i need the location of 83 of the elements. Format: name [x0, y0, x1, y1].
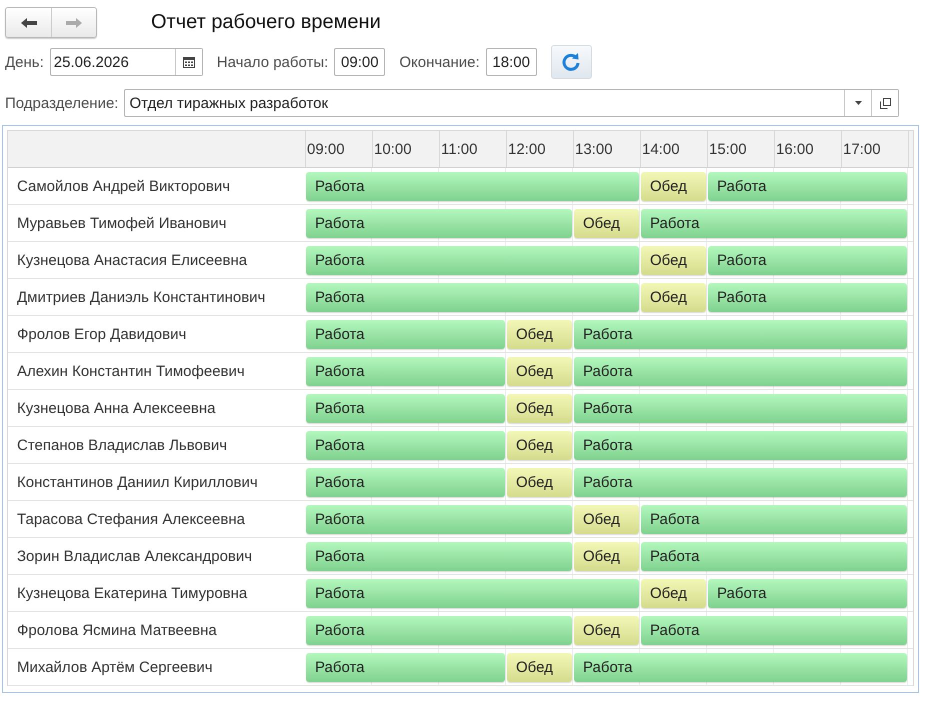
lunch-segment[interactable]: Обед — [507, 468, 572, 496]
hour-header: 12:00 — [507, 131, 574, 167]
hour-header: 16:00 — [775, 131, 842, 167]
calendar-icon — [182, 56, 195, 68]
day-label: День: — [5, 54, 44, 70]
employee-name: Фролов Егор Давидович — [16, 324, 188, 344]
work-segment[interactable]: Работа — [708, 172, 907, 200]
end-time-field[interactable]: 18:00 — [486, 48, 537, 76]
work-segment[interactable]: Работа — [306, 430, 505, 460]
work-segment[interactable]: Работа — [641, 542, 907, 570]
work-segment[interactable]: Работа — [306, 578, 639, 608]
hour-header: 09:00 — [306, 131, 373, 167]
lunch-segment[interactable]: Обед — [507, 320, 572, 348]
end-time-label: Окончание: — [399, 54, 480, 70]
open-button[interactable] — [871, 90, 898, 116]
work-segment[interactable]: Работа — [306, 282, 639, 312]
lunch-segment[interactable]: Обед — [507, 394, 572, 422]
employee-name: Алехин Константин Тимофеевич — [16, 362, 246, 382]
employee-name: Зорин Владислав Александрович — [16, 546, 254, 566]
lunch-segment[interactable]: Обед — [641, 282, 706, 312]
lunch-segment[interactable]: Обед — [574, 208, 639, 238]
work-segment[interactable]: Работа — [306, 320, 505, 348]
lunch-segment[interactable]: Обед — [641, 172, 706, 200]
forward-arrow-icon — [65, 16, 83, 28]
work-segment[interactable]: Работа — [708, 282, 907, 312]
start-time-field[interactable]: 09:00 — [334, 48, 386, 76]
lunch-segment[interactable]: Обед — [574, 616, 639, 644]
work-segment[interactable]: Работа — [641, 504, 907, 534]
hour-header: 13:00 — [574, 131, 641, 167]
lunch-segment[interactable]: Обед — [574, 504, 639, 534]
lunch-segment[interactable]: Обед — [641, 246, 706, 274]
lunch-segment[interactable]: Обед — [507, 356, 572, 386]
copy-icon — [880, 98, 891, 108]
hour-header: 15:00 — [708, 131, 775, 167]
work-segment[interactable]: Работа — [574, 356, 907, 386]
lunch-segment[interactable]: Обед — [507, 652, 572, 682]
work-segment[interactable]: Работа — [306, 468, 505, 496]
employee-name: Муравьев Тимофей Иванович — [16, 214, 228, 234]
hour-header: 10:00 — [373, 131, 440, 167]
work-segment[interactable]: Работа — [306, 172, 639, 200]
window-title: Отчет рабочего времени — [151, 11, 381, 34]
work-segment[interactable]: Работа — [306, 542, 572, 570]
hour-header: 14:00 — [641, 131, 708, 167]
work-segment[interactable]: Работа — [574, 468, 907, 496]
employee-name: Константинов Даниил Кириллович — [16, 472, 259, 492]
work-segment[interactable]: Работа — [574, 394, 907, 422]
date-field[interactable]: 25.06.2026 — [50, 48, 203, 76]
employee-name: Кузнецова Анастасия Елисеевна — [16, 250, 248, 270]
employee-name: Дмитриев Даниэль Константинович — [16, 288, 266, 308]
employee-name: Фролова Ясмина Матвеевна — [16, 620, 218, 640]
work-segment[interactable]: Работа — [574, 430, 907, 460]
employee-name: Кузнецова Екатерина Тимуровна — [16, 584, 248, 604]
hour-header: 11:00 — [440, 131, 507, 167]
work-segment[interactable]: Работа — [574, 320, 907, 348]
employee-name: Тарасова Стефания Алексеевна — [16, 510, 246, 530]
caret-icon — [854, 101, 862, 105]
lunch-segment[interactable]: Обед — [507, 430, 572, 460]
start-time-label: Начало работы: — [216, 54, 328, 70]
employee-name: Самойлов Андрей Викторович — [16, 176, 232, 196]
refresh-button[interactable] — [550, 45, 592, 79]
work-segment[interactable]: Работа — [306, 208, 572, 238]
lunch-segment[interactable]: Обед — [574, 542, 639, 570]
work-segment[interactable]: Работа — [306, 652, 505, 682]
department-field[interactable]: Отдел тиражных разработок — [124, 89, 900, 117]
work-segment[interactable]: Работа — [708, 578, 907, 608]
work-segment[interactable]: Работа — [641, 208, 907, 238]
work-segment[interactable]: Работа — [641, 616, 907, 644]
lunch-segment[interactable]: Обед — [641, 578, 706, 608]
hour-header: 17:00 — [842, 131, 909, 167]
work-segment[interactable]: Работа — [574, 652, 907, 682]
work-segment[interactable]: Работа — [708, 246, 907, 274]
calendar-button[interactable] — [174, 49, 202, 75]
department-label: Подразделение: — [5, 94, 118, 112]
work-segment[interactable]: Работа — [306, 616, 572, 644]
back-arrow-icon — [20, 16, 38, 28]
work-segment[interactable]: Работа — [306, 246, 639, 274]
work-segment[interactable]: Работа — [306, 394, 505, 422]
employee-name: Кузнецова Анна Алексеевна — [16, 398, 217, 418]
work-segment[interactable]: Работа — [306, 504, 572, 534]
employee-name: Михайлов Артём Сергеевич — [16, 658, 214, 678]
employee-name: Степанов Владислав Львович — [16, 436, 228, 456]
work-segment[interactable]: Работа — [306, 356, 505, 386]
refresh-icon — [561, 52, 582, 72]
